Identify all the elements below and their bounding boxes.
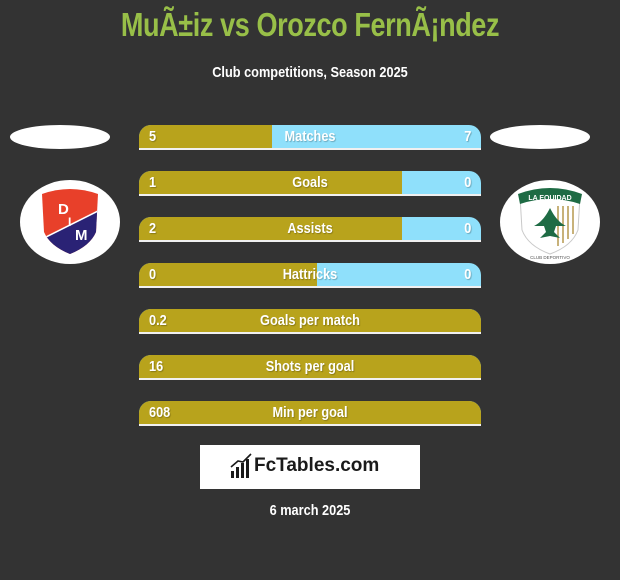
stat-label: Min per goal [272,404,348,421]
stat-bar-goals-per-match[interactable]: Goals per match 0.2 [139,309,481,334]
page-subtitle: Club competitions, Season 2025 [212,64,408,81]
dim-shield-icon: D I M [42,189,98,254]
logo-letter: M [75,227,88,244]
logo-letter: I [68,215,71,229]
match-date: 6 march 2025 [269,502,351,519]
left-value: 16 [149,358,164,375]
stat-bar-goals[interactable]: Goals 1 0 [139,171,481,196]
left-value: 0.2 [149,312,167,329]
left-value: 0 [149,266,157,283]
left-value: 1 [149,174,157,191]
page-title: MuÃ±iz vs Orozco FernÃ¡ndez [120,6,500,43]
crest-title: LA EQUIDAD [528,195,571,202]
right-value: 0 [463,174,471,191]
right-value: 0 [463,266,471,283]
right-team-logo[interactable]: LA EQUIDAD CLUB DEPORTIVO [500,180,600,264]
la-equidad-crest-icon: LA EQUIDAD CLUB DEPORTIVO [518,188,582,260]
stat-bar-assists[interactable]: Assists 2 0 [139,217,481,242]
stat-label: Goals per match [260,312,360,329]
stat-label: Goals [292,174,328,191]
stat-label: Matches [284,128,336,145]
stat-bar-hattricks[interactable]: Hattricks 0 0 [139,263,481,288]
stat-label: Assists [287,220,333,237]
left-value: 5 [149,128,157,145]
stat-bar-shots-per-goal[interactable]: Shots per goal 16 [139,355,481,380]
right-value: 7 [463,128,471,145]
left-team-logo[interactable]: D I M [20,180,120,264]
bar-chart-icon [230,453,252,478]
right-player-placeholder [490,125,590,149]
stat-bar-matches[interactable]: Matches 5 7 [139,125,481,150]
fctables-brand[interactable]: FcTables.com [200,445,420,489]
stat-bar-min-per-goal[interactable]: Min per goal 608 [139,401,481,426]
left-player-placeholder [10,125,110,149]
crest-subtitle: CLUB DEPORTIVO [530,255,570,260]
stat-label: Shots per goal [265,358,355,375]
left-value: 608 [149,404,171,421]
right-value: 0 [463,220,471,237]
stat-label: Hattricks [282,266,338,283]
left-value: 2 [149,220,157,237]
brand-name: FcTables.com [254,455,380,476]
